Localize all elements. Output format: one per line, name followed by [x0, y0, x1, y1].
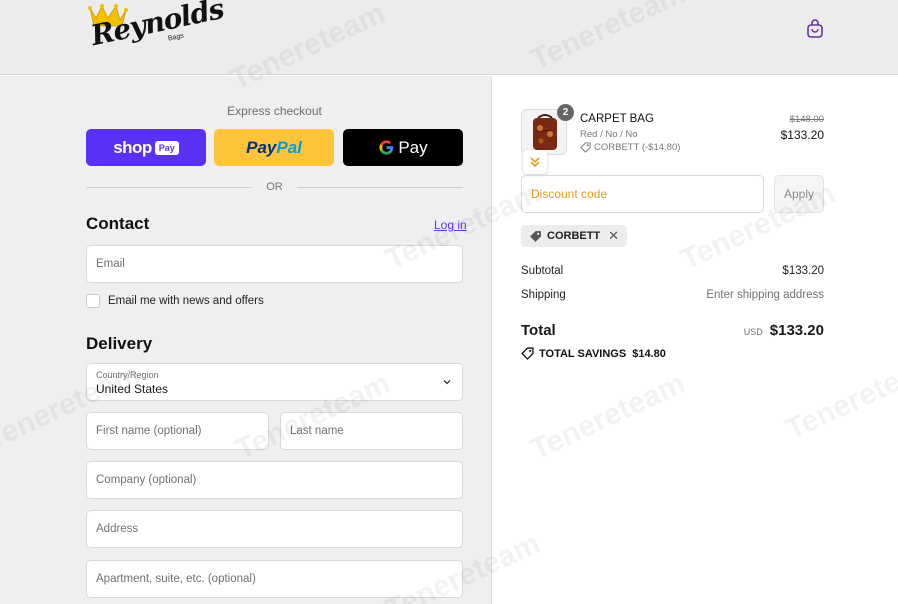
country-value: United States — [96, 382, 169, 396]
email-input[interactable]: Email — [86, 245, 463, 283]
tag-icon — [530, 230, 541, 242]
delivery-title: Delivery — [86, 334, 153, 353]
tag-icon — [580, 142, 591, 153]
newsletter-checkbox[interactable] — [86, 294, 100, 308]
quantity-badge: 2 — [557, 104, 574, 121]
or-divider: OR — [86, 179, 463, 195]
address-input[interactable]: Address — [86, 510, 463, 548]
last-name-input[interactable]: Last name — [280, 412, 463, 450]
newsletter-label: Email me with news and offers — [108, 295, 264, 307]
tag-icon — [521, 347, 534, 360]
product-variant: Red / No / No — [580, 129, 638, 140]
total-label: Total — [521, 322, 556, 339]
chevron-down-icon — [443, 380, 451, 385]
price-final: $133.20 — [780, 128, 824, 142]
total-savings-label: TOTAL SAVINGS — [539, 347, 627, 360]
discount-code-input[interactable]: Discount code — [521, 175, 764, 213]
subtotal-row: Subtotal $133.20 — [521, 265, 824, 277]
applied-code-text: CORBETT — [547, 230, 601, 242]
header: Reynolds Bags — [0, 0, 898, 75]
country-label: Country/Region — [96, 370, 159, 380]
shop-pay-button[interactable]: shop Pay — [86, 129, 206, 166]
product-discount-text: CORBETT (-$14.80) — [594, 142, 681, 153]
shipping-row: Shipping Enter shipping address — [521, 289, 824, 301]
shop-pay-pill: Pay — [154, 140, 179, 155]
company-input[interactable]: Company (optional) — [86, 461, 463, 499]
total-value: $133.20 — [769, 322, 824, 339]
apply-discount-button[interactable]: Apply — [774, 175, 824, 213]
shipping-label: Shipping — [521, 289, 566, 301]
shop-pay-logo: shop — [113, 137, 152, 157]
google-g-icon — [379, 140, 394, 155]
google-pay-button[interactable]: Pay — [343, 129, 463, 166]
subtotal-label: Subtotal — [521, 265, 564, 277]
paypal-logo: PayPal — [246, 137, 302, 157]
price-original: $148.00 — [789, 114, 824, 125]
shipping-value: Enter shipping address — [706, 289, 824, 301]
first-name-input[interactable]: First name (optional) — [86, 412, 269, 450]
product-name: CARPET BAG — [580, 113, 654, 125]
applied-code-chip: CORBETT ✕ — [521, 225, 628, 247]
remove-code-icon[interactable]: ✕ — [608, 228, 619, 244]
paypal-button[interactable]: PayPal — [214, 129, 334, 166]
google-pay-label: Pay — [398, 137, 428, 157]
newsletter-option[interactable]: Email me with news and offers — [86, 294, 264, 308]
login-link[interactable]: Log in — [434, 218, 467, 232]
total-savings-row: TOTAL SAVINGS $14.80 — [521, 347, 666, 360]
total-savings-value: $14.80 — [632, 347, 666, 360]
expand-chevrons-icon[interactable] — [523, 150, 547, 174]
country-select[interactable]: Country/Region United States — [86, 363, 463, 401]
subtotal-value: $133.20 — [782, 265, 824, 277]
product-discount: CORBETT (-$14.80) — [580, 142, 680, 153]
store-logo[interactable]: Reynolds Bags — [86, 0, 226, 64]
order-summary: 2 CARPET BAG Red / No / No CORBETT (-$14… — [493, 76, 898, 604]
express-checkout-title: Express checkout — [227, 104, 322, 118]
total-row: Total USD $133.20 — [521, 322, 824, 339]
cart-bag-icon[interactable] — [805, 18, 825, 40]
contact-title: Contact — [86, 214, 150, 233]
currency-code: USD — [743, 327, 763, 337]
or-text: OR — [266, 181, 283, 193]
checkout-form: Express checkout shop Pay PayPal Pay OR … — [0, 76, 492, 604]
apartment-input[interactable]: Apartment, suite, etc. (optional) — [86, 560, 463, 598]
